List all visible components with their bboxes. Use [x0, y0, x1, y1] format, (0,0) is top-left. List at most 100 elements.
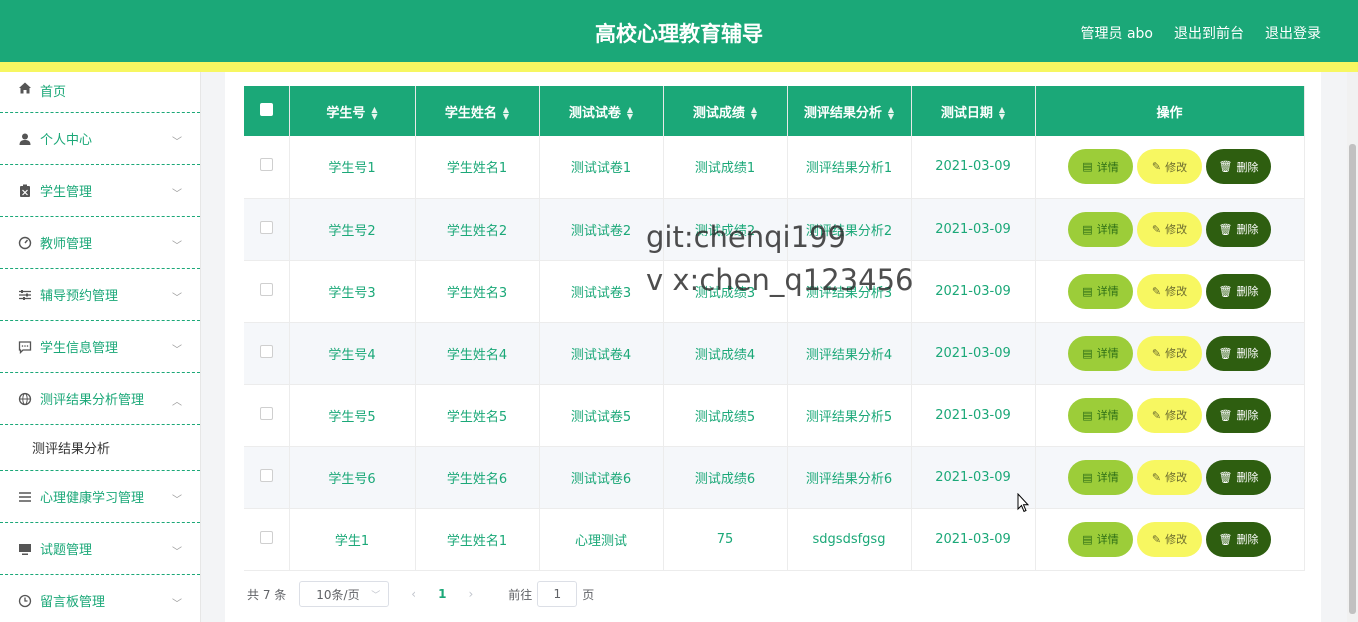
table-row[interactable]: 学生号6 学生姓名6 测试试卷6 测试成绩6 测评结果分析6 2021-03-09 ▤ 详情 ✎…	[244, 446, 1305, 509]
column-header-test-score[interactable]: 测试成绩 ▲ ▼	[663, 86, 788, 136]
page-number-current[interactable]: 1	[438, 587, 446, 601]
row-checkbox[interactable]	[259, 282, 273, 296]
detail-button[interactable]: ▤ 详情	[1068, 335, 1133, 371]
edit-button[interactable]: ✎ 修改	[1137, 459, 1202, 495]
cell-test-paper: 测试试卷2	[539, 198, 664, 261]
cell-analysis: 测评结果分析4	[787, 322, 912, 385]
edit-button[interactable]: ✎ 修改	[1137, 521, 1202, 557]
cell-student-name: 学生姓名1	[415, 508, 540, 571]
user-icon	[18, 132, 32, 146]
cell-student-name: 学生姓名3	[415, 260, 540, 323]
column-header-analysis[interactable]: 测评结果分析 ▲ ▼	[787, 86, 912, 136]
edit-button[interactable]: ✎ 修改	[1137, 335, 1202, 371]
sidebar-item-student-management[interactable]: 学生管理 ﹀	[0, 165, 200, 217]
sidebar-item-appointment-management[interactable]: 辅导预约管理 ﹀	[0, 269, 200, 321]
document-icon: ▤	[1082, 222, 1093, 236]
detail-button[interactable]: ▤ 详情	[1068, 521, 1133, 557]
sidebar-item-mental-health-learning[interactable]: 心理健康学习管理 ﹀	[0, 471, 200, 523]
row-checkbox[interactable]	[259, 220, 273, 234]
delete-button[interactable]: 🗑 删除	[1206, 211, 1271, 247]
cell-student-name: 学生姓名2	[415, 198, 540, 261]
select-all-checkbox[interactable]	[259, 102, 273, 116]
sidebar-item-personal-center[interactable]: 个人中心 ﹀	[0, 113, 200, 165]
column-header-test-paper[interactable]: 测试试卷 ▲ ▼	[539, 86, 664, 136]
table-row[interactable]: 学生号1 学生姓名1 测试试卷1 测试成绩1 测评结果分析1 2021-03-09 ▤ 详情 ✎…	[244, 136, 1305, 199]
monitor-icon	[18, 542, 32, 556]
list-icon	[18, 490, 32, 504]
edit-button[interactable]: ✎ 修改	[1137, 397, 1202, 433]
prev-page-button[interactable]: ‹	[411, 587, 416, 601]
cell-analysis: 测评结果分析1	[787, 136, 912, 199]
edit-button[interactable]: ✎ 修改	[1137, 211, 1202, 247]
cell-test-paper: 测试试卷5	[539, 384, 664, 447]
document-icon: ▤	[1082, 408, 1093, 422]
sort-icon[interactable]: ▲ ▼	[627, 106, 633, 121]
sidebar-item-teacher-management[interactable]: 教师管理 ﹀	[0, 217, 200, 269]
chevron-down-icon: ﹀	[172, 292, 182, 304]
sidebar-item-label: 辅导预约管理	[40, 289, 119, 304]
row-checkbox[interactable]	[259, 406, 273, 420]
sort-icon[interactable]: ▲ ▼	[503, 106, 509, 121]
delete-button[interactable]: 🗑 删除	[1206, 149, 1271, 185]
sidebar-item-label: 留言板管理	[40, 595, 106, 610]
sidebar-item-home[interactable]: 首页	[0, 72, 200, 113]
column-header-student-no[interactable]: 学生号 ▲ ▼	[289, 86, 416, 136]
row-checkbox[interactable]	[259, 530, 273, 544]
detail-button[interactable]: ▤ 详情	[1068, 211, 1133, 247]
table-row[interactable]: 学生号4 学生姓名4 测试试卷4 测试成绩4 测评结果分析4 2021-03-09 ▤ 详情 ✎…	[244, 322, 1305, 385]
admin-user-label[interactable]: 管理员 abo	[1081, 23, 1153, 43]
scrollbar-thumb[interactable]	[1349, 144, 1356, 614]
sort-icon[interactable]: ▲ ▼	[999, 106, 1005, 121]
page-size-select[interactable]: 10条/页 ﹀	[299, 581, 390, 607]
sort-icon[interactable]: ▲ ▼	[371, 106, 377, 121]
detail-button[interactable]: ▤ 详情	[1068, 149, 1133, 185]
column-header-student-name[interactable]: 学生姓名 ▲ ▼	[415, 86, 540, 136]
row-select-cell	[244, 384, 290, 447]
edit-button[interactable]: ✎ 修改	[1137, 149, 1202, 185]
detail-button[interactable]: ▤ 详情	[1068, 459, 1133, 495]
sidebar: 首页 个人中心 ﹀ 学生管理 ﹀ 教师管理 ﹀ 辅导预约管理 ﹀ 学生信息管理 …	[0, 72, 201, 622]
table-row[interactable]: 学生号5 学生姓名5 测试试卷5 测试成绩5 测评结果分析5 2021-03-09 ▤ 详情 ✎…	[244, 384, 1305, 447]
logout-link[interactable]: 退出登录	[1265, 23, 1321, 43]
sidebar-item-student-info-management[interactable]: 学生信息管理 ﹀	[0, 321, 200, 373]
cell-student-no: 学生号2	[289, 198, 416, 261]
delete-button[interactable]: 🗑 删除	[1206, 521, 1271, 557]
chevron-down-icon: ﹀	[371, 590, 381, 601]
chevron-down-icon: ﹀	[172, 598, 182, 610]
cell-test-paper: 测试试卷3	[539, 260, 664, 323]
column-header-test-date[interactable]: 测试日期 ▲ ▼	[911, 86, 1036, 136]
results-table: 学生号 ▲ ▼ 学生姓名 ▲ ▼ 测试试卷 ▲ ▼ 测试成绩 ▲ ▼ 测评结果分析 ▲ ▼ 测试日期…	[244, 86, 1305, 571]
row-checkbox[interactable]	[259, 158, 273, 172]
goto-suffix: 页	[582, 587, 595, 602]
goto-page: 前往 页	[508, 581, 594, 607]
sidebar-subitem-assessment-analysis[interactable]: 测评结果分析	[0, 425, 200, 471]
detail-button[interactable]: ▤ 详情	[1068, 397, 1133, 433]
sort-icon[interactable]: ▲ ▼	[751, 106, 757, 121]
delete-button[interactable]: 🗑 删除	[1206, 459, 1271, 495]
row-select-cell	[244, 446, 290, 509]
row-checkbox[interactable]	[259, 344, 273, 358]
edit-button[interactable]: ✎ 修改	[1137, 273, 1202, 309]
sort-icon[interactable]: ▲ ▼	[888, 106, 894, 121]
goto-page-input[interactable]	[537, 581, 578, 607]
next-page-button[interactable]: ›	[468, 587, 473, 601]
cell-test-date: 2021-03-09	[911, 136, 1036, 199]
cell-student-no: 学生号5	[289, 384, 416, 447]
table-row[interactable]: 学生1 学生姓名1 心理测试 75 sdgsdsfgsg 2021-03-09 ▤ 详情 ✎ 修改…	[244, 508, 1305, 571]
goto-prefix: 前往	[508, 587, 533, 602]
sliders-icon	[18, 288, 32, 302]
sidebar-item-message-board[interactable]: 留言板管理 ﹀	[0, 575, 200, 622]
row-checkbox[interactable]	[259, 468, 273, 482]
exit-to-front-link[interactable]: 退出到前台	[1174, 23, 1244, 43]
watermark-line-1: git:chenqi199	[646, 220, 846, 254]
page-scrollbar[interactable]	[1347, 72, 1358, 622]
delete-button[interactable]: 🗑 删除	[1206, 273, 1271, 309]
delete-button[interactable]: 🗑 删除	[1206, 397, 1271, 433]
detail-button[interactable]: ▤ 详情	[1068, 273, 1133, 309]
sidebar-item-assessment-analysis-management[interactable]: 测评结果分析管理 ︿	[0, 373, 200, 425]
watermark-line-2: v x:chen_q123456	[646, 263, 914, 297]
sidebar-item-label: 首页	[40, 85, 67, 100]
sidebar-item-question-management[interactable]: 试题管理 ﹀	[0, 523, 200, 575]
delete-button[interactable]: 🗑 删除	[1206, 335, 1271, 371]
cell-test-paper: 测试试卷4	[539, 322, 664, 385]
